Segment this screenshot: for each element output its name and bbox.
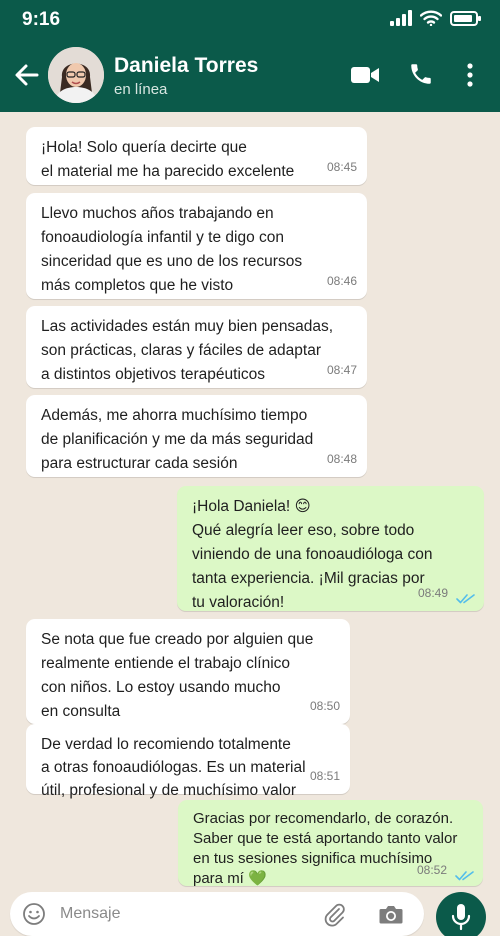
message-composer xyxy=(10,892,424,936)
arrow-left-icon[interactable] xyxy=(12,60,42,90)
message-incoming[interactable]: Se nota que fue creado por alguien que r… xyxy=(26,619,350,724)
message-incoming[interactable]: Las actividades están muy bien pensadas,… xyxy=(26,306,367,388)
message-outgoing[interactable]: ¡Hola Daniela! 😊 Qué alegría leer eso, s… xyxy=(177,486,484,611)
message-time: 08:45 xyxy=(326,160,357,174)
message-input[interactable] xyxy=(60,902,300,926)
message-incoming[interactable]: Llevo muchos años trabajando en fonoaudi… xyxy=(26,193,367,299)
contact-name[interactable]: Daniela Torres xyxy=(114,54,258,78)
message-incoming[interactable]: De verdad lo recomiendo totalmente a otr… xyxy=(26,724,350,799)
message-text: Las actividades están muy bien pensadas,… xyxy=(41,318,334,383)
paperclip-icon[interactable] xyxy=(322,901,346,927)
message-text: De verdad lo recomiendo totalmente a otr… xyxy=(41,736,306,799)
message-time: 08:52 xyxy=(416,863,447,877)
message-text: Se nota que fue creado por alguien que r… xyxy=(41,631,314,720)
chat-header: 9:16 Daniela Torres en línea xyxy=(0,0,500,112)
message-incoming[interactable]: ¡Hola! Solo quería decirte que el materi… xyxy=(26,127,367,185)
wifi-icon xyxy=(420,10,442,26)
chat-area[interactable]: ¡Hola! Solo quería decirte que el materi… xyxy=(0,112,500,888)
message-incoming[interactable]: Además, me ahorra muchísimo tiempo de pl… xyxy=(26,395,367,477)
message-text: Además, me ahorra muchísimo tiempo de pl… xyxy=(41,407,314,472)
message-time: 08:46 xyxy=(326,274,357,288)
camera-icon[interactable] xyxy=(378,902,404,926)
emoji-icon[interactable] xyxy=(22,902,46,926)
voice-message-button[interactable] xyxy=(436,892,486,936)
message-text: Llevo muchos años trabajando en fonoaudi… xyxy=(41,205,303,294)
video-call-icon[interactable] xyxy=(350,64,380,86)
phone-icon[interactable] xyxy=(408,61,434,87)
status-bar: 9:16 xyxy=(0,0,500,38)
avatar[interactable] xyxy=(48,47,104,103)
message-time: 08:50 xyxy=(309,699,340,713)
status-icons xyxy=(390,10,481,26)
double-check-icon xyxy=(455,871,474,881)
message-time: 08:49 xyxy=(417,586,448,600)
contact-status: en línea xyxy=(114,81,168,98)
message-outgoing[interactable]: Gracias por recomendarlo, de corazón. Sa… xyxy=(178,800,483,887)
status-time: 9:16 xyxy=(22,9,61,30)
more-vertical-icon[interactable] xyxy=(466,63,474,87)
message-time: 08:48 xyxy=(326,452,357,466)
battery-icon xyxy=(450,10,481,26)
message-time: 08:51 xyxy=(309,769,340,783)
message-text: ¡Hola! Solo quería decirte que el materi… xyxy=(41,139,295,180)
message-time: 08:47 xyxy=(326,363,357,377)
microphone-icon xyxy=(451,904,471,931)
avatar-portrait-icon xyxy=(48,47,104,103)
signal-icon xyxy=(390,10,412,26)
double-check-icon xyxy=(456,594,475,604)
